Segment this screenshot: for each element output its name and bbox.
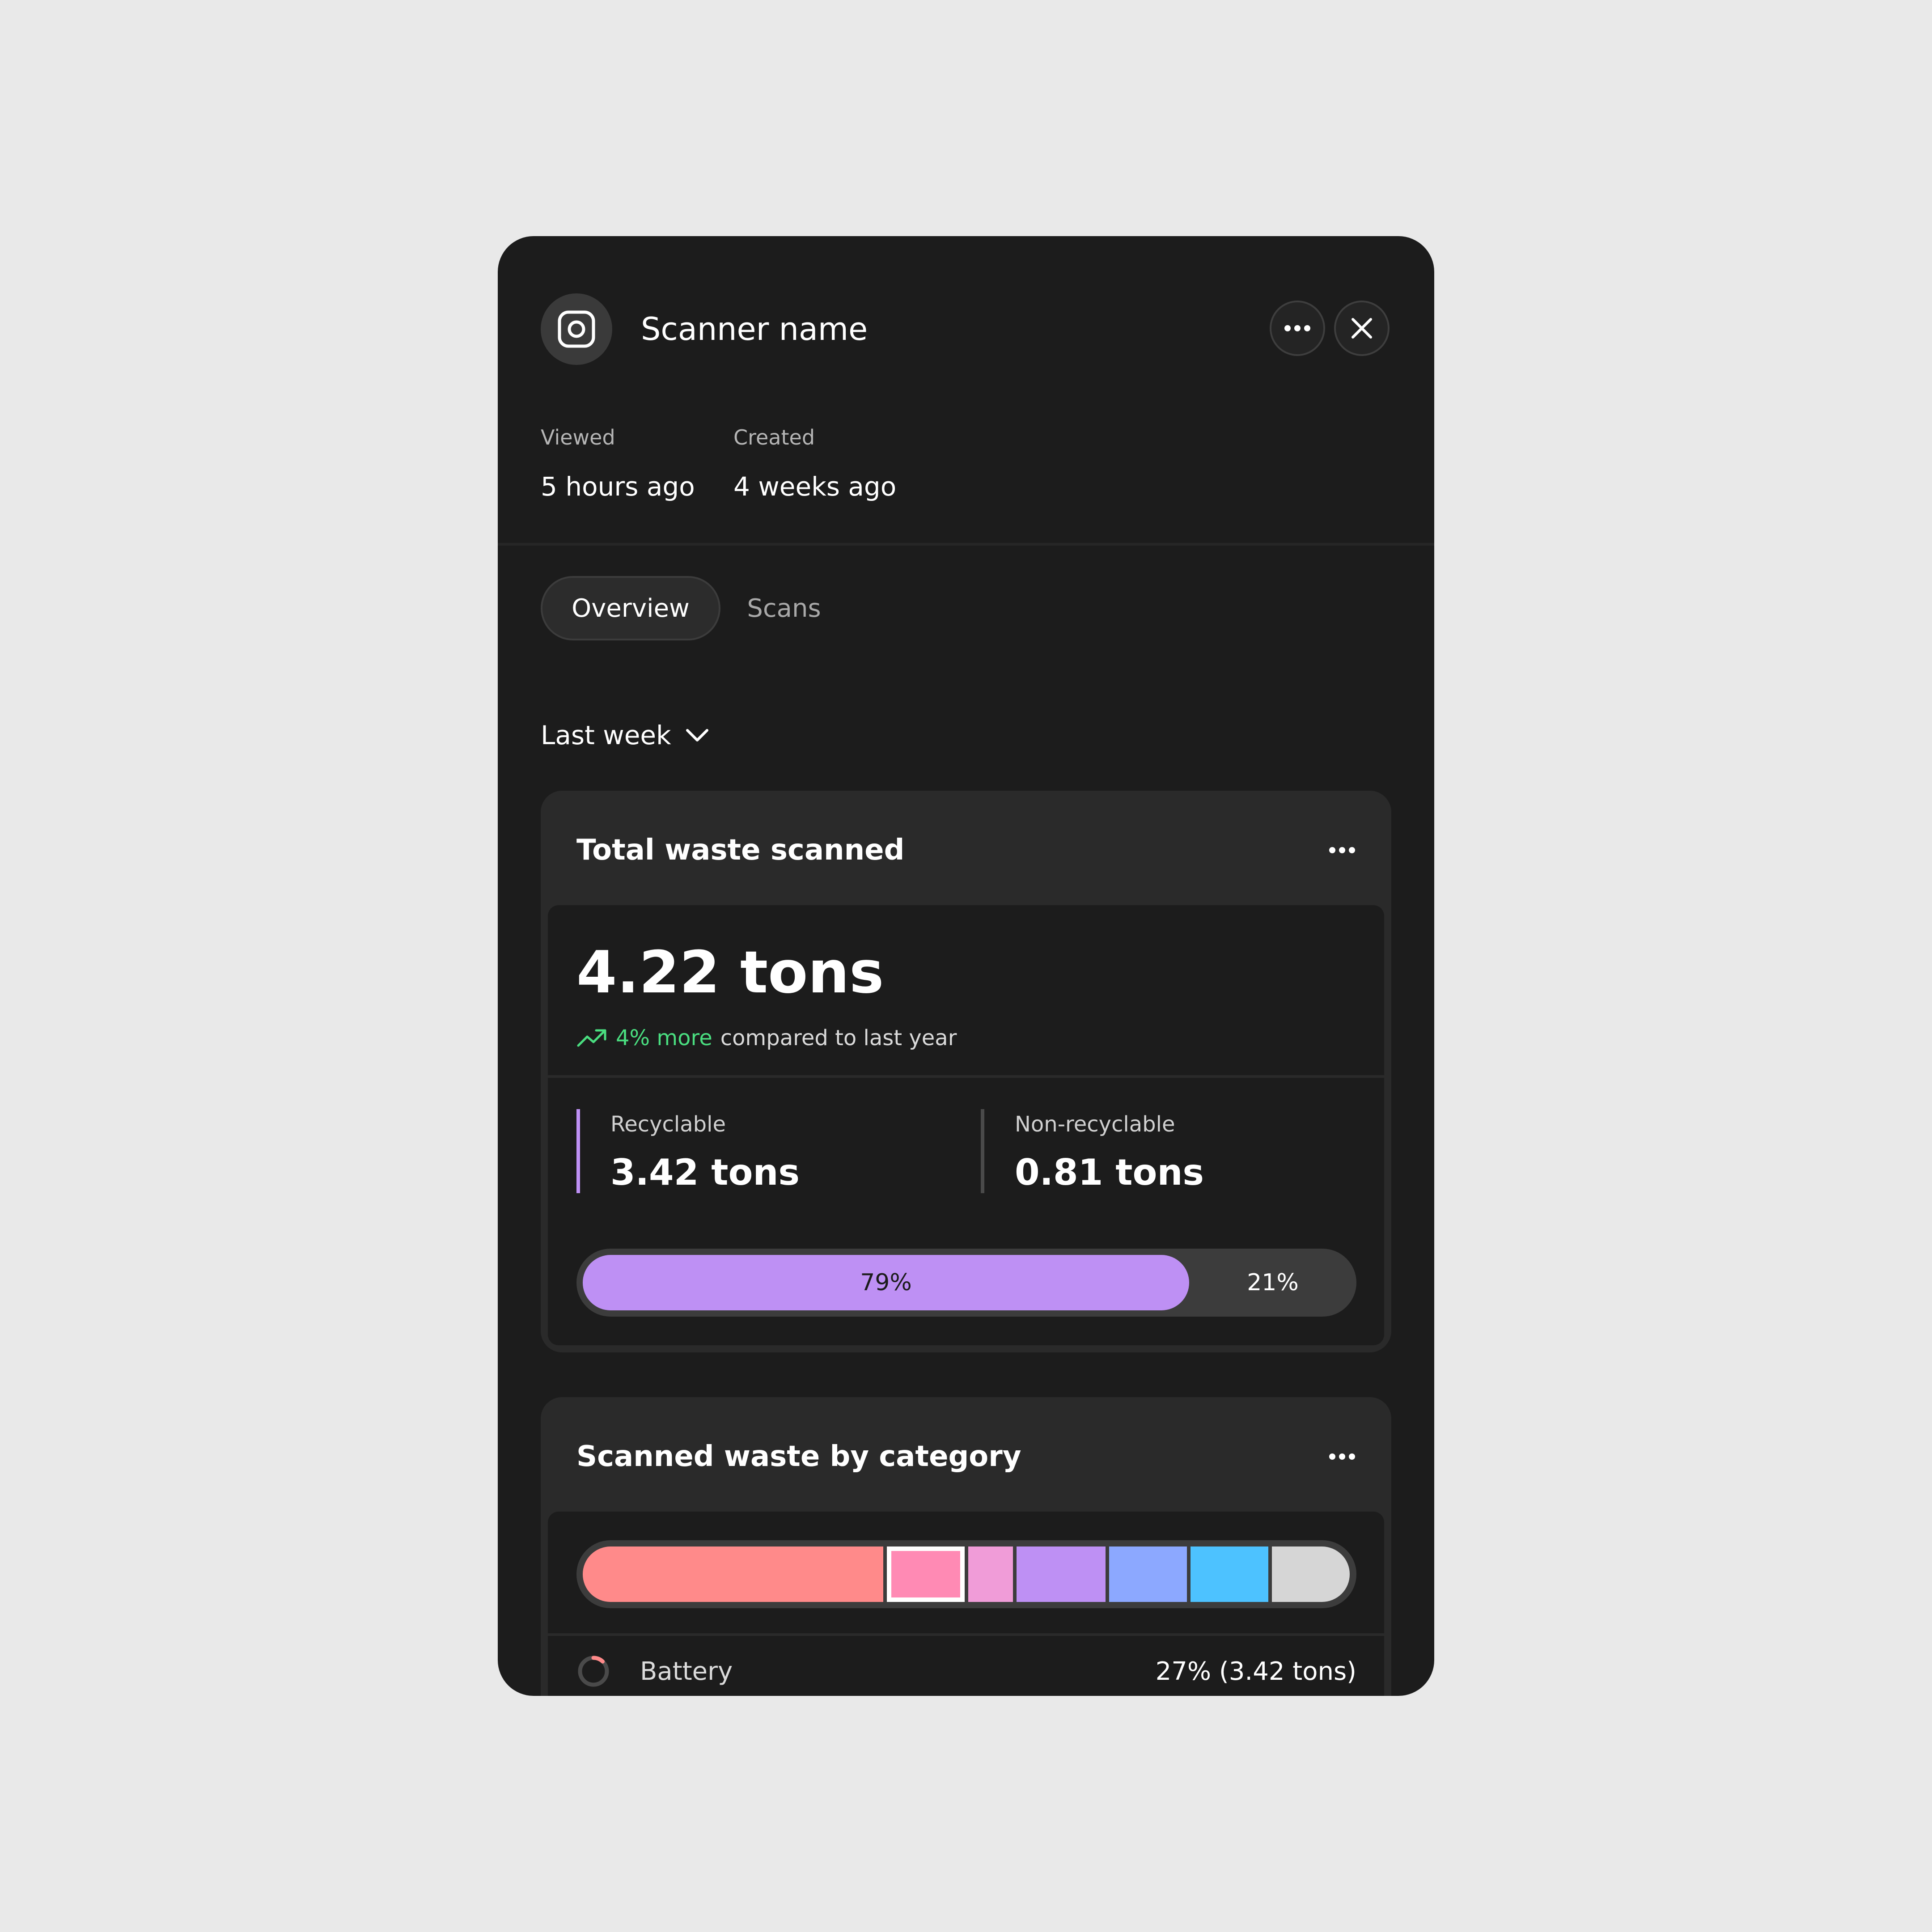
more-horizontal-icon <box>1329 847 1355 853</box>
tab-scans[interactable]: Scans <box>741 576 826 640</box>
tab-overview[interactable]: Overview <box>541 576 720 640</box>
category-stacked-bar <box>576 1540 1356 1608</box>
total-waste-divider <box>548 1075 1384 1078</box>
close-button[interactable] <box>1334 301 1390 356</box>
category-body: Battery 27% (3.42 tons) <box>548 1512 1384 1696</box>
category-segment-3[interactable] <box>968 1546 1013 1602</box>
trend-up-icon <box>577 1029 606 1047</box>
category-segment-4[interactable] <box>1017 1546 1106 1602</box>
more-horizontal-icon <box>1284 325 1310 331</box>
chevron-down-icon <box>686 729 708 741</box>
recyclable-value: 3.42 tons <box>610 1152 800 1193</box>
total-waste-value: 4.22 tons <box>576 938 884 1006</box>
range-select-value: Last week <box>541 720 671 750</box>
created-value: 4 weeks ago <box>733 471 897 502</box>
recyclable-label: Recyclable <box>610 1112 726 1137</box>
close-icon <box>1352 318 1372 339</box>
category-more-button[interactable] <box>1320 1441 1364 1472</box>
category-value: 27% (3.42 tons) <box>1155 1657 1356 1686</box>
nonrecyclable-value: 0.81 tons <box>1015 1152 1204 1193</box>
viewed-label: Viewed <box>541 425 615 449</box>
category-title: Scanned waste by category <box>576 1440 1021 1473</box>
trend-highlight: 4% more <box>616 1025 712 1051</box>
panel-title: Scanner name <box>641 311 868 347</box>
category-share-ring-icon <box>578 1656 609 1687</box>
category-segment-6[interactable] <box>1191 1546 1268 1602</box>
recyclable-ratio-bar: 79% 21% <box>576 1249 1356 1317</box>
category-card: Scanned waste by category Battery 27% (3… <box>541 1397 1391 1696</box>
category-segment-1[interactable] <box>583 1546 883 1602</box>
category-row-battery[interactable]: Battery 27% (3.42 tons) <box>576 1647 1356 1696</box>
header-divider <box>498 543 1434 546</box>
recyclable-ratio-fill: 79% <box>583 1255 1189 1310</box>
total-waste-card: Total waste scanned 4.22 tons 4% more co… <box>541 791 1391 1352</box>
more-horizontal-icon <box>1329 1453 1355 1460</box>
total-waste-more-button[interactable] <box>1320 835 1364 866</box>
category-segment-2[interactable] <box>887 1546 965 1602</box>
range-select[interactable]: Last week <box>541 714 710 757</box>
total-waste-title: Total waste scanned <box>576 834 905 867</box>
trend-text: compared to last year <box>720 1025 957 1051</box>
total-waste-body: 4.22 tons 4% more compared to last year … <box>548 905 1384 1345</box>
nonrecyclable-ratio-label: 21% <box>1247 1269 1299 1296</box>
category-segment-5[interactable] <box>1109 1546 1187 1602</box>
camera-square-icon <box>541 293 612 365</box>
category-segment-7[interactable] <box>1272 1546 1350 1602</box>
category-divider <box>548 1633 1384 1636</box>
category-name: Battery <box>640 1657 733 1686</box>
trend-summary: 4% more compared to last year <box>576 1022 957 1054</box>
recyclable-stat: Recyclable 3.42 tons <box>576 1109 800 1193</box>
panel-more-button[interactable] <box>1270 301 1325 356</box>
viewed-value: 5 hours ago <box>541 471 695 502</box>
nonrecyclable-label: Non-recyclable <box>1015 1112 1175 1137</box>
nonrecyclable-stat: Non-recyclable 0.81 tons <box>981 1109 1204 1193</box>
scanner-panel: Scanner name Viewed 5 hours ago Created … <box>498 236 1434 1696</box>
created-label: Created <box>733 425 815 449</box>
